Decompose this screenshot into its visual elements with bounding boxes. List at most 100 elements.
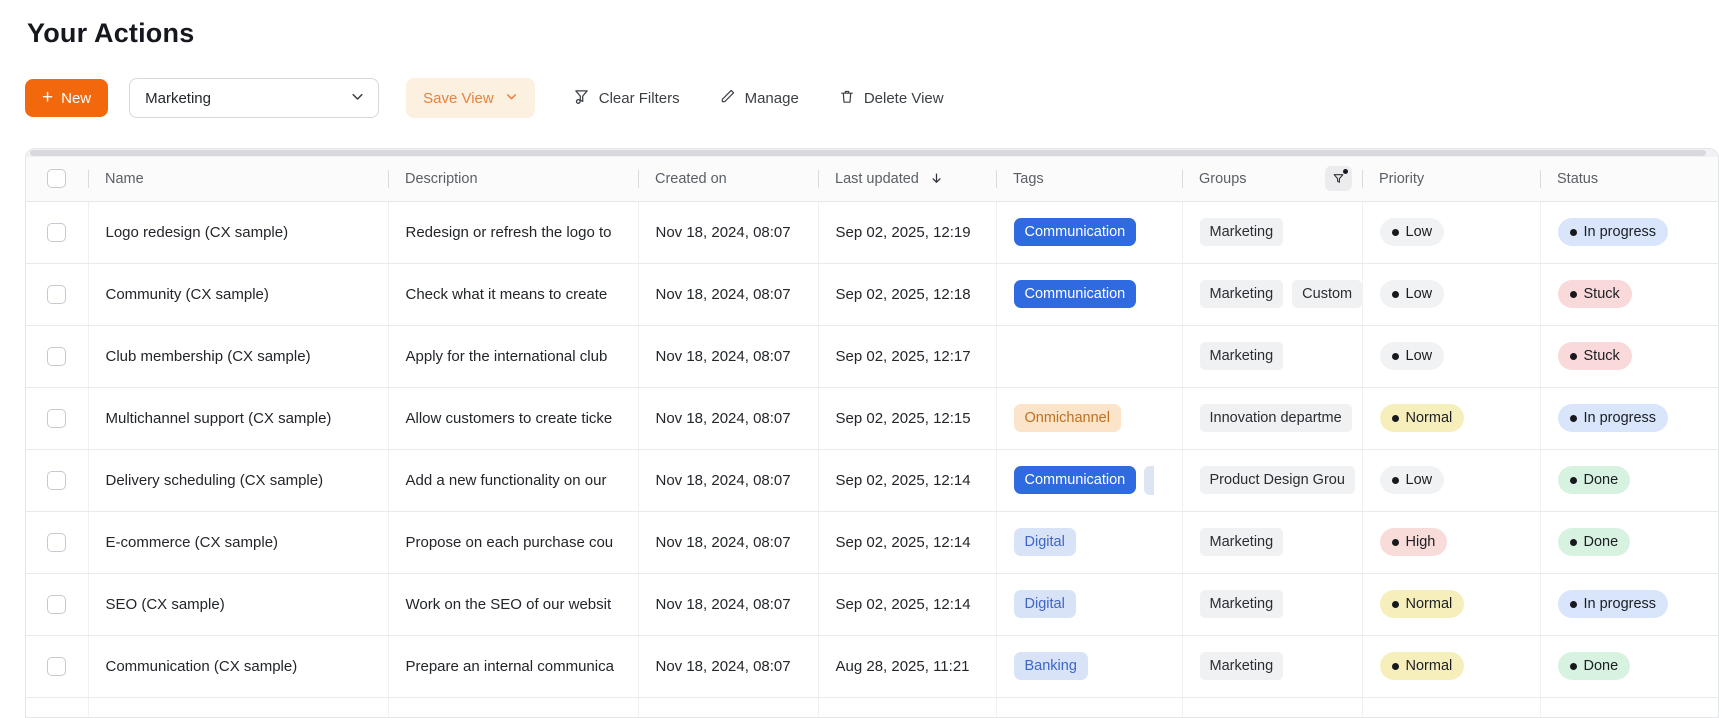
pencil-icon xyxy=(720,88,736,108)
column-header-status[interactable]: Status xyxy=(1540,157,1718,202)
column-header-priority[interactable]: Priority xyxy=(1362,157,1540,202)
table-row[interactable]: Logo redesign (CX sample) Redesign or ref… xyxy=(26,201,1718,264)
cell-select xyxy=(26,387,88,450)
cell-name: Multichannel support (CX sample) xyxy=(87,387,388,450)
scrollbar-thumb[interactable] xyxy=(30,150,1706,156)
clear-filters-label: Clear Filters xyxy=(598,89,680,107)
cell-priority: Normal xyxy=(1361,387,1540,450)
cell-name: SEO (CX sample) xyxy=(87,573,388,636)
table-header-row: Name Description Created on Last updated Tag… xyxy=(26,157,1718,202)
row-checkbox[interactable] xyxy=(47,656,66,676)
cell-groups: Marketing xyxy=(1181,573,1362,636)
cell-status: In progress xyxy=(1539,387,1718,450)
group-pill: Custom xyxy=(1292,280,1362,308)
delete-view-button[interactable]: Delete View xyxy=(839,88,944,109)
status-dot-icon xyxy=(1569,290,1577,298)
cell-groups: Marketing Custom xyxy=(1181,263,1362,326)
clear-filters-button[interactable]: Clear Filters xyxy=(573,88,680,109)
column-label: Groups xyxy=(1199,170,1247,187)
cell-priority: Low xyxy=(1361,263,1540,326)
cell-status: Done xyxy=(1539,449,1718,512)
plus-icon: + xyxy=(42,86,54,108)
manage-button[interactable]: Manage xyxy=(720,88,799,108)
chevron-down-icon xyxy=(350,89,365,108)
cell-tags: Communication xyxy=(995,201,1182,264)
priority-dot-icon xyxy=(1391,538,1399,546)
toolbar-ghost-buttons: Clear Filters Manage Delete View xyxy=(573,88,944,109)
column-header-tags[interactable]: Tags xyxy=(996,157,1182,202)
table-row[interactable]: Community (CX sample) Check what it means… xyxy=(26,263,1718,326)
group-pill: Marketing xyxy=(1199,342,1284,370)
tag-pill: Digital xyxy=(1013,590,1076,618)
table-row[interactable]: Club membership (CX sample) Apply for the… xyxy=(26,325,1718,388)
new-button[interactable]: + New xyxy=(25,79,109,117)
column-header-groups[interactable]: Groups xyxy=(1182,157,1362,202)
table-row[interactable]: E-commerce (CX sample) Propose on each pu… xyxy=(26,511,1718,574)
cell-created-on: Nov 18, 2024, 08:07 xyxy=(637,325,818,388)
cell-name: Delivery scheduling (CX sample) xyxy=(87,449,388,512)
row-checkbox[interactable] xyxy=(47,470,66,490)
priority-dot-icon xyxy=(1391,476,1399,484)
column-header-last-updated[interactable]: Last updated xyxy=(818,157,996,202)
filter-active-dot xyxy=(1343,169,1348,175)
row-checkbox[interactable] xyxy=(47,346,66,366)
cell-tags xyxy=(995,325,1182,388)
table-row[interactable]: Multichannel support (CX sample) Allow cu… xyxy=(26,387,1718,450)
cell-tags: Communication xyxy=(995,449,1182,512)
column-header-created-on[interactable]: Created on xyxy=(638,157,818,202)
toolbar: + New Marketing Save View Clear Filters xyxy=(25,78,1719,118)
column-header-description[interactable]: Description xyxy=(388,157,638,202)
priority-badge: Low xyxy=(1379,218,1445,246)
table-row[interactable]: SEO (CX sample) Work on the SEO of our we… xyxy=(26,573,1718,636)
priority-badge: Normal xyxy=(1379,590,1465,618)
table-row[interactable]: Communication (CX sample) Prepare an inte… xyxy=(26,635,1718,698)
row-checkbox[interactable] xyxy=(47,594,66,614)
select-all-checkbox[interactable] xyxy=(47,169,66,189)
table-row-partial xyxy=(26,697,1718,717)
cell-priority: Normal xyxy=(1361,635,1540,698)
priority-dot-icon xyxy=(1391,414,1399,422)
page-title: Your Actions xyxy=(27,18,195,48)
cell-name: Club membership (CX sample) xyxy=(87,325,388,388)
tag-pill: Communication xyxy=(1013,466,1137,494)
status-badge: Stuck xyxy=(1557,342,1632,370)
cell-description: Check what it means to create xyxy=(387,263,638,326)
group-pill: Innovation departme xyxy=(1199,404,1352,432)
priority-dot-icon xyxy=(1391,662,1399,670)
status-badge: Stuck xyxy=(1557,280,1632,308)
cell-last-updated: Sep 02, 2025, 12:19 xyxy=(817,201,996,264)
cell-priority: Normal xyxy=(1361,573,1540,636)
cell-tags: Onmichannel xyxy=(995,387,1182,450)
tag-pill-truncated xyxy=(1144,465,1155,495)
table-row[interactable]: Delivery scheduling (CX sample) Add a new… xyxy=(26,449,1718,512)
status-dot-icon xyxy=(1569,538,1577,546)
priority-dot-icon xyxy=(1391,352,1399,360)
row-checkbox[interactable] xyxy=(47,532,66,552)
cell-select xyxy=(26,201,88,264)
actions-table: Name Description Created on Last updated Tag… xyxy=(25,148,1719,718)
cell-status: In progress xyxy=(1539,201,1718,264)
priority-dot-icon xyxy=(1391,290,1399,298)
chevron-down-icon xyxy=(505,90,518,107)
status-badge: In progress xyxy=(1557,218,1669,246)
cell-select xyxy=(26,449,88,512)
cell-created-on: Nov 18, 2024, 08:07 xyxy=(637,201,818,264)
groups-filter-button[interactable] xyxy=(1325,166,1352,192)
cell-created-on: Nov 18, 2024, 08:07 xyxy=(637,449,818,512)
view-selector[interactable]: Marketing xyxy=(129,78,380,118)
cell-select xyxy=(26,635,88,698)
row-checkbox[interactable] xyxy=(47,284,66,304)
row-checkbox[interactable] xyxy=(47,222,66,242)
cell-description: Apply for the international club xyxy=(387,325,638,388)
cell-tags: Banking xyxy=(995,635,1182,698)
status-dot-icon xyxy=(1569,476,1577,484)
save-view-button[interactable]: Save View xyxy=(406,78,535,118)
status-dot-icon xyxy=(1569,600,1577,608)
cell-tags: Communication xyxy=(995,263,1182,326)
horizontal-scrollbar[interactable] xyxy=(26,149,1718,157)
group-pill: Marketing xyxy=(1199,280,1284,308)
row-checkbox[interactable] xyxy=(47,408,66,428)
cell-status: Stuck xyxy=(1539,263,1718,326)
column-header-name[interactable]: Name xyxy=(88,157,388,202)
sort-desc-icon[interactable] xyxy=(929,171,944,186)
